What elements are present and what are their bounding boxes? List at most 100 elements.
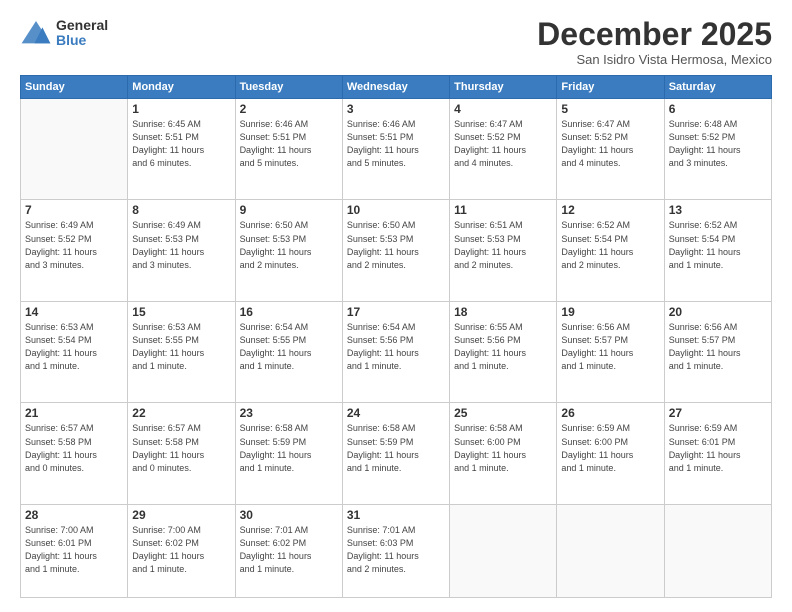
table-row: 14 Sunrise: 6:53 AMSunset: 5:54 PMDayligh… [21,301,128,402]
table-row: 1 Sunrise: 6:45 AMSunset: 5:51 PMDaylight… [128,99,235,200]
col-wednesday: Wednesday [342,76,449,99]
day-info: Sunrise: 6:57 AMSunset: 5:58 PMDaylight:… [25,422,123,474]
day-number: 19 [561,305,659,319]
col-tuesday: Tuesday [235,76,342,99]
day-info: Sunrise: 6:53 AMSunset: 5:54 PMDaylight:… [25,321,123,373]
day-info: Sunrise: 6:47 AMSunset: 5:52 PMDaylight:… [561,118,659,170]
logo-icon [20,19,52,47]
day-info: Sunrise: 6:55 AMSunset: 5:56 PMDaylight:… [454,321,552,373]
table-row: 18 Sunrise: 6:55 AMSunset: 5:56 PMDayligh… [450,301,557,402]
day-info: Sunrise: 6:47 AMSunset: 5:52 PMDaylight:… [454,118,552,170]
day-info: Sunrise: 6:58 AMSunset: 5:59 PMDaylight:… [240,422,338,474]
day-number: 13 [669,203,767,217]
table-row: 9Sunrise: 6:50 AMSunset: 5:53 PMDaylight… [235,200,342,301]
day-info: Sunrise: 6:56 AMSunset: 5:57 PMDaylight:… [669,321,767,373]
day-number: 30 [240,508,338,522]
table-row: 31 Sunrise: 7:01 AMSunset: 6:03 PMDayligh… [342,504,449,597]
month-title: December 2025 [537,18,772,50]
logo-text: General Blue [56,18,108,49]
table-row: 5 Sunrise: 6:47 AMSunset: 5:52 PMDaylight… [557,99,664,200]
day-number: 12 [561,203,659,217]
table-row: 30 Sunrise: 7:01 AMSunset: 6:02 PMDayligh… [235,504,342,597]
day-number: 14 [25,305,123,319]
day-info: Sunrise: 6:54 AMSunset: 5:56 PMDaylight:… [347,321,445,373]
day-info: Sunrise: 6:49 AMSunset: 5:53 PMDaylight:… [132,219,230,271]
day-number: 24 [347,406,445,420]
day-info: Sunrise: 6:48 AMSunset: 5:52 PMDaylight:… [669,118,767,170]
col-friday: Friday [557,76,664,99]
table-row: 28 Sunrise: 7:00 AMSunset: 6:01 PMDayligh… [21,504,128,597]
table-row [664,504,771,597]
day-number: 23 [240,406,338,420]
logo: General Blue [20,18,108,49]
day-info: Sunrise: 6:58 AMSunset: 6:00 PMDaylight:… [454,422,552,474]
calendar-table: Sunday Monday Tuesday Wednesday Thursday… [20,75,772,598]
day-number: 16 [240,305,338,319]
day-number: 10 [347,203,445,217]
day-info: Sunrise: 6:59 AMSunset: 6:00 PMDaylight:… [561,422,659,474]
table-row: 15 Sunrise: 6:53 AMSunset: 5:55 PMDayligh… [128,301,235,402]
calendar-header-row: Sunday Monday Tuesday Wednesday Thursday… [21,76,772,99]
day-info: Sunrise: 6:52 AMSunset: 5:54 PMDaylight:… [669,219,767,271]
page: General Blue December 2025 San Isidro Vi… [0,0,792,612]
day-info: Sunrise: 7:01 AMSunset: 6:03 PMDaylight:… [347,524,445,576]
day-number: 15 [132,305,230,319]
day-number: 3 [347,102,445,116]
day-info: Sunrise: 6:59 AMSunset: 6:01 PMDaylight:… [669,422,767,474]
day-info: Sunrise: 6:53 AMSunset: 5:55 PMDaylight:… [132,321,230,373]
table-row: 29 Sunrise: 7:00 AMSunset: 6:02 PMDayligh… [128,504,235,597]
day-number: 27 [669,406,767,420]
table-row: 22 Sunrise: 6:57 AMSunset: 5:58 PMDayligh… [128,403,235,504]
day-number: 9 [240,203,338,217]
day-info: Sunrise: 6:57 AMSunset: 5:58 PMDaylight:… [132,422,230,474]
table-row: 19 Sunrise: 6:56 AMSunset: 5:57 PMDayligh… [557,301,664,402]
table-row: 6Sunrise: 6:48 AMSunset: 5:52 PMDaylight… [664,99,771,200]
day-number: 5 [561,102,659,116]
table-row: 17 Sunrise: 6:54 AMSunset: 5:56 PMDayligh… [342,301,449,402]
table-row: 25Sunrise: 6:58 AMSunset: 6:00 PMDayligh… [450,403,557,504]
title-area: December 2025 San Isidro Vista Hermosa, … [537,18,772,67]
table-row: 24 Sunrise: 6:58 AMSunset: 5:59 PMDayligh… [342,403,449,504]
day-info: Sunrise: 6:46 AMSunset: 5:51 PMDaylight:… [347,118,445,170]
day-number: 4 [454,102,552,116]
day-info: Sunrise: 6:51 AMSunset: 5:53 PMDaylight:… [454,219,552,271]
day-number: 31 [347,508,445,522]
day-info: Sunrise: 7:00 AMSunset: 6:02 PMDaylight:… [132,524,230,576]
day-number: 29 [132,508,230,522]
day-info: Sunrise: 6:52 AMSunset: 5:54 PMDaylight:… [561,219,659,271]
location-text: San Isidro Vista Hermosa, Mexico [537,52,772,67]
day-number: 28 [25,508,123,522]
day-info: Sunrise: 7:00 AMSunset: 6:01 PMDaylight:… [25,524,123,576]
table-row [557,504,664,597]
day-info: Sunrise: 6:54 AMSunset: 5:55 PMDaylight:… [240,321,338,373]
table-row [450,504,557,597]
col-sunday: Sunday [21,76,128,99]
day-info: Sunrise: 6:45 AMSunset: 5:51 PMDaylight:… [132,118,230,170]
day-info: Sunrise: 6:49 AMSunset: 5:52 PMDaylight:… [25,219,123,271]
day-number: 17 [347,305,445,319]
day-number: 2 [240,102,338,116]
day-info: Sunrise: 7:01 AMSunset: 6:02 PMDaylight:… [240,524,338,576]
day-number: 7 [25,203,123,217]
table-row: 23 Sunrise: 6:58 AMSunset: 5:59 PMDayligh… [235,403,342,504]
day-number: 18 [454,305,552,319]
table-row: 13 Sunrise: 6:52 AMSunset: 5:54 PMDayligh… [664,200,771,301]
day-info: Sunrise: 6:56 AMSunset: 5:57 PMDaylight:… [561,321,659,373]
table-row: 26 Sunrise: 6:59 AMSunset: 6:00 PMDayligh… [557,403,664,504]
day-number: 22 [132,406,230,420]
day-info: Sunrise: 6:58 AMSunset: 5:59 PMDaylight:… [347,422,445,474]
table-row [21,99,128,200]
table-row: 2 Sunrise: 6:46 AMSunset: 5:51 PMDaylight… [235,99,342,200]
header: General Blue December 2025 San Isidro Vi… [20,18,772,67]
day-number: 8 [132,203,230,217]
day-number: 1 [132,102,230,116]
col-saturday: Saturday [664,76,771,99]
day-number: 11 [454,203,552,217]
table-row: 10Sunrise: 6:50 AMSunset: 5:53 PMDayligh… [342,200,449,301]
day-number: 20 [669,305,767,319]
table-row: 12 Sunrise: 6:52 AMSunset: 5:54 PMDayligh… [557,200,664,301]
day-info: Sunrise: 6:46 AMSunset: 5:51 PMDaylight:… [240,118,338,170]
day-number: 26 [561,406,659,420]
logo-general-text: General [56,18,108,33]
table-row: 8 Sunrise: 6:49 AMSunset: 5:53 PMDaylight… [128,200,235,301]
